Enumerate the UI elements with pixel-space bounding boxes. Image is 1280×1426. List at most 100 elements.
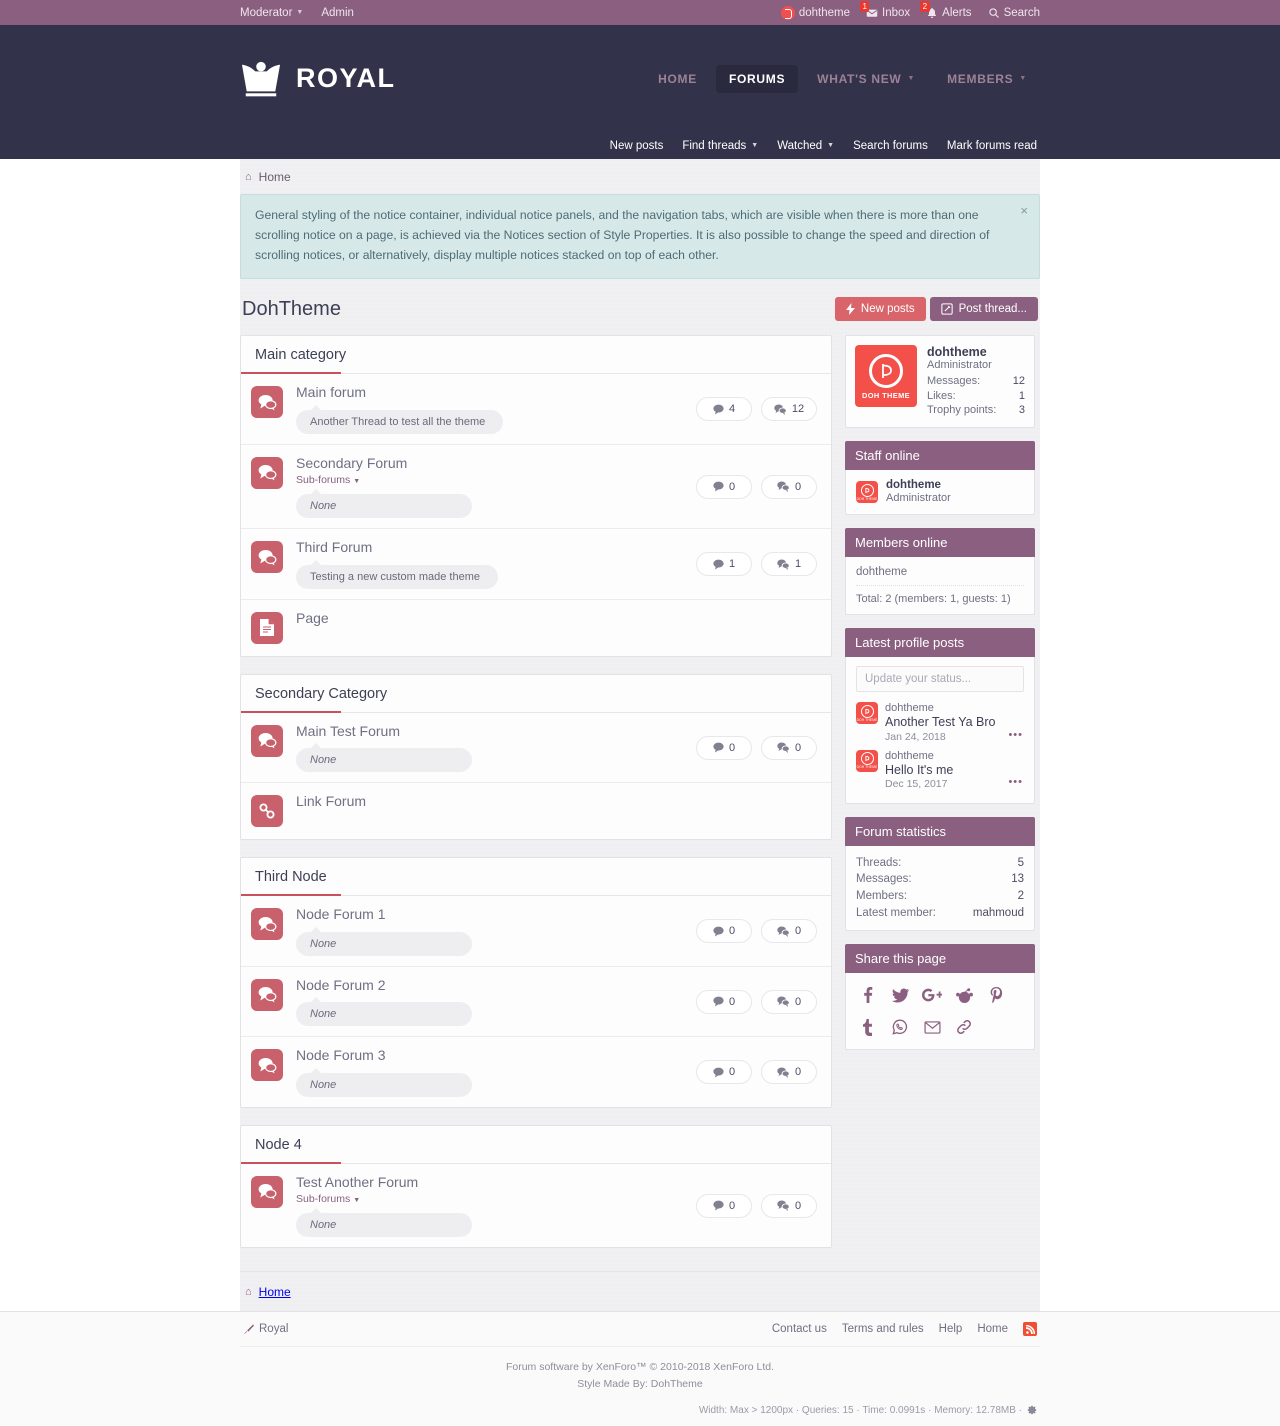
nav-item-members[interactable]: MEMBERS ▼	[934, 65, 1040, 93]
site-logo-text: ROYAL	[296, 63, 396, 93]
share-icon-grid	[856, 982, 1024, 1040]
link-icon[interactable]	[954, 1017, 974, 1037]
members-online-names[interactable]: dohtheme	[856, 566, 1024, 585]
close-icon[interactable]: ×	[1020, 203, 1028, 218]
forum-node-title[interactable]: Page	[296, 610, 817, 628]
top-bar-right: dohtheme 1 Inbox 2 Alerts Search	[780, 0, 1040, 20]
email-icon[interactable]	[922, 1017, 942, 1037]
subnav-item-watched[interactable]: Watched ▼	[777, 140, 834, 152]
last-post-bubble[interactable]: None	[296, 489, 472, 519]
forum-node-row[interactable]: Node Forum 1 None 0 0	[241, 896, 831, 967]
forum-node-row[interactable]: Third Forum Testing a new custom made the…	[241, 529, 831, 600]
new-posts-button[interactable]: New posts	[834, 297, 926, 322]
visitor-name[interactable]: dohtheme	[927, 345, 1025, 359]
forum-node-row[interactable]: Main forum Another Thread to test all the…	[241, 374, 831, 445]
twitter-icon[interactable]	[890, 985, 910, 1005]
profile-post-user[interactable]: dohtheme	[885, 750, 1024, 762]
breadcrumb-home-link[interactable]: Home	[259, 170, 291, 184]
forum-node-row[interactable]: Node Forum 2 None 0 0	[241, 967, 831, 1038]
last-post-bubble[interactable]: Another Thread to test all the theme	[296, 404, 504, 434]
forum-node-title[interactable]: Test Another Forum	[296, 1174, 686, 1192]
topbar-item-account[interactable]: dohtheme	[780, 5, 850, 20]
forum-bubble-icon	[251, 978, 283, 1011]
profile-post-more-icon[interactable]: •••	[1008, 776, 1023, 788]
nav-item-whats-new[interactable]: WHAT'S NEW ▼	[804, 65, 928, 93]
forum-node-title[interactable]: Main forum	[296, 384, 686, 402]
last-post-bubble[interactable]: Testing a new custom made theme	[296, 559, 498, 589]
latest-member-value[interactable]: mahmoud	[973, 905, 1024, 922]
subnav-item-search-forums[interactable]: Search forums	[853, 140, 928, 152]
forum-node-row[interactable]: Main Test Forum None 0 0	[241, 713, 831, 784]
last-post-bubble[interactable]: None	[296, 926, 472, 956]
whatsapp-icon[interactable]	[890, 1017, 910, 1037]
forum-node-title[interactable]: Node Forum 1	[296, 906, 686, 924]
google-plus-icon[interactable]	[922, 985, 942, 1005]
nav-item-home[interactable]: HOME	[645, 65, 710, 93]
copyright-line-2: Style Made By: DohTheme	[577, 1378, 703, 1391]
last-post-bubble[interactable]: None	[296, 743, 472, 773]
forum-node-title[interactable]: Secondary Forum	[296, 455, 686, 473]
forum-node-row[interactable]: Secondary Forum Sub-forums ▼ None 0 0	[241, 445, 831, 530]
forum-bubble-icon	[251, 724, 283, 757]
topbar-item-search[interactable]: Search	[988, 7, 1040, 19]
forum-node-row[interactable]: Test Another Forum Sub-forums ▼ None 0 0	[241, 1164, 831, 1248]
link-chain-icon	[251, 795, 283, 828]
site-logo[interactable]: ROYAL	[240, 59, 396, 99]
forum-node-title[interactable]: Link Forum	[296, 793, 817, 811]
subnav-item-new-posts[interactable]: New posts	[610, 140, 664, 152]
breadcrumb-top: ⌂ Home	[240, 159, 1040, 194]
nav-item-forums[interactable]: FORUMS	[715, 64, 799, 93]
sub-forums-toggle[interactable]: Sub-forums ▼	[296, 474, 686, 486]
forum-node-row[interactable]: Page	[241, 600, 831, 656]
forum-node-stats: 00	[686, 1060, 817, 1085]
last-post-bubble[interactable]: None	[296, 1067, 472, 1097]
sub-forums-toggle[interactable]: Sub-forums ▼	[296, 1193, 686, 1205]
profile-post-more-icon[interactable]: •••	[1008, 729, 1023, 741]
pencil-square-icon	[940, 303, 953, 315]
profile-post-body: dohtheme Another Test Ya Bro Jan 24, 201…	[885, 702, 1024, 742]
profile-post-user[interactable]: dohtheme	[885, 702, 1024, 714]
forum-node-title[interactable]: Node Forum 2	[296, 977, 686, 995]
subnav-item-mark-read[interactable]: Mark forums read	[947, 140, 1037, 152]
subnav-find-threads-label: Find threads	[682, 139, 747, 152]
list-item[interactable]: DOH THEME dohtheme Administrator	[856, 479, 1024, 505]
notice-panel: × General styling of the notice containe…	[240, 194, 1040, 280]
topbar-item-alerts[interactable]: 2 Alerts	[920, 0, 972, 19]
topbar-item-moderator[interactable]: Moderator ▼	[240, 7, 303, 19]
rss-icon[interactable]	[1023, 1322, 1037, 1337]
forum-node-title[interactable]: Third Forum	[296, 539, 686, 557]
status-input[interactable]	[856, 666, 1024, 693]
chevron-down-icon: ▼	[907, 75, 916, 82]
footer-link-help[interactable]: Help	[939, 1323, 963, 1335]
gear-icon[interactable]	[1027, 1405, 1037, 1415]
footer-style-chooser[interactable]: Royal	[243, 1323, 288, 1335]
list-item[interactable]: DOH THEME dohtheme Another Test Ya Bro J…	[856, 699, 1024, 746]
page-actions: New posts Post thread...	[834, 297, 1038, 322]
list-item[interactable]: DOH THEME dohtheme Hello It's me Dec 15,…	[856, 747, 1024, 794]
footer-copyright: Forum software by XenForo™ © 2010-2018 X…	[240, 1347, 1040, 1397]
facebook-icon[interactable]	[858, 985, 878, 1005]
forum-node-row[interactable]: Node Forum 3 None 0 0	[241, 1037, 831, 1107]
footer-link-contact-us[interactable]: Contact us	[772, 1323, 827, 1335]
forum-node-title[interactable]: Main Test Forum	[296, 723, 686, 741]
threads-value: 5	[1017, 856, 1024, 869]
last-post-bubble[interactable]: None	[296, 1208, 472, 1238]
messages-count-pill: 0	[761, 1060, 817, 1085]
topbar-item-inbox[interactable]: 1 Inbox	[860, 0, 910, 19]
tumblr-icon[interactable]	[858, 1017, 878, 1037]
last-post-bubble[interactable]: None	[296, 997, 472, 1027]
footer-link-home[interactable]: Home	[977, 1323, 1008, 1335]
footer-link-terms[interactable]: Terms and rules	[842, 1323, 924, 1335]
pinterest-icon[interactable]	[986, 985, 1006, 1005]
breadcrumb-home-link-bottom[interactable]: Home	[259, 1285, 291, 1299]
reddit-icon[interactable]	[954, 985, 974, 1005]
forum-node-row[interactable]: Link Forum	[241, 783, 831, 839]
topbar-item-admin[interactable]: Admin	[321, 7, 354, 19]
post-thread-button[interactable]: Post thread...	[929, 297, 1038, 322]
forum-node-title[interactable]: Node Forum 3	[296, 1047, 686, 1065]
debug-text: Width: Max > 1200px · Queries: 15 · Time…	[698, 1404, 1022, 1416]
avatar[interactable]: DOH THEME	[855, 345, 917, 408]
sub-navigation-bar: New posts Find threads ▼ Watched ▼ Search …	[0, 132, 1280, 159]
subnav-item-find-threads[interactable]: Find threads ▼	[682, 140, 758, 152]
footer-links: Contact us Terms and rules Help Home	[772, 1322, 1037, 1337]
